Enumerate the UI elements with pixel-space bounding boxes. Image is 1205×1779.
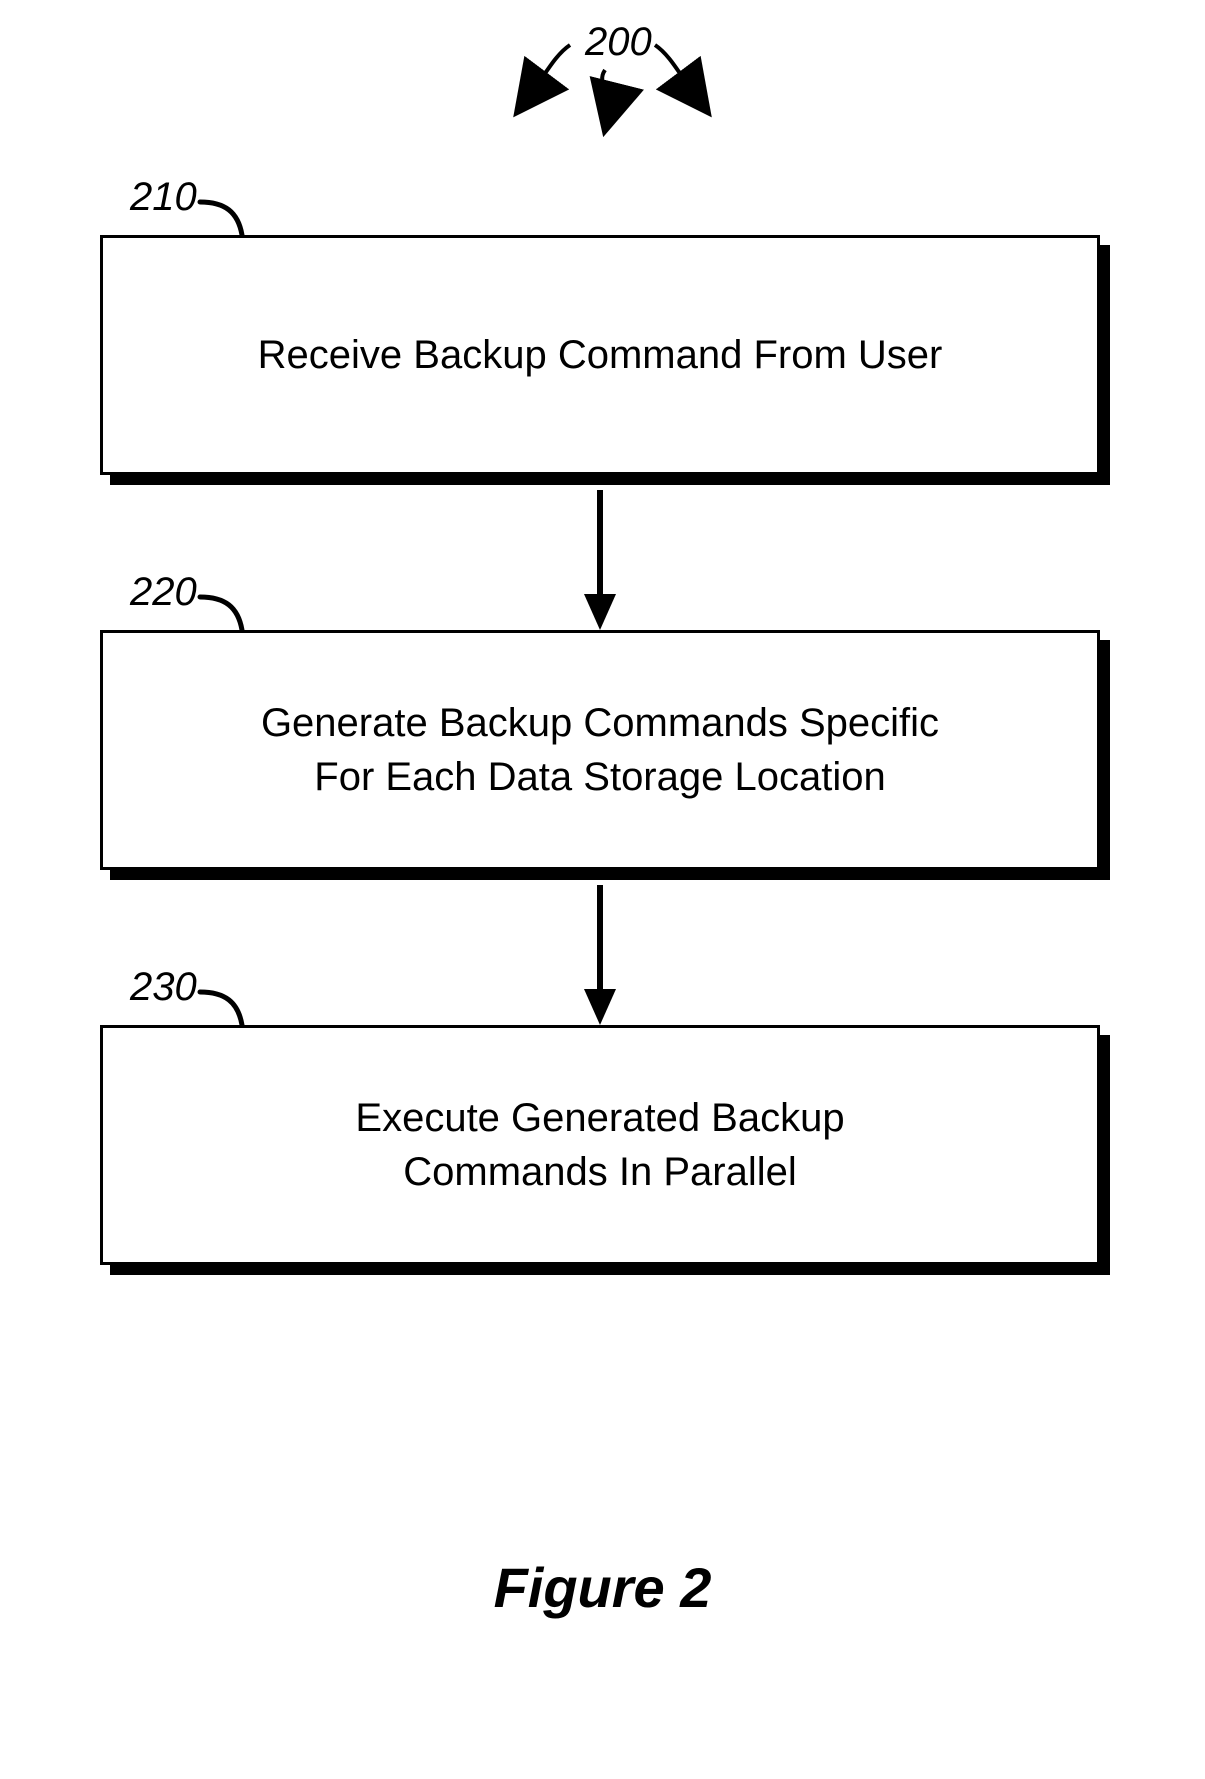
top-arrows <box>500 30 720 120</box>
step-220-text: Generate Backup Commands SpecificFor Eac… <box>261 696 939 804</box>
step-230-box: Execute Generated BackupCommands In Para… <box>100 1025 1100 1265</box>
step-230-leader <box>190 990 260 1030</box>
step-210-label: 210 <box>130 175 197 220</box>
step-230-label: 230 <box>130 965 197 1010</box>
figure-title: Figure 2 <box>0 1555 1205 1620</box>
step-210-leader <box>190 200 260 240</box>
page: 200 210 Receive Backup Command From User… <box>0 0 1205 1779</box>
step-210-box: Receive Backup Command From User <box>100 235 1100 475</box>
step-210-text: Receive Backup Command From User <box>258 328 943 382</box>
step-220-leader <box>190 595 260 635</box>
arrow-220-to-230 <box>580 885 620 1035</box>
step-230-text: Execute Generated BackupCommands In Para… <box>355 1091 844 1199</box>
step-220-box: Generate Backup Commands SpecificFor Eac… <box>100 630 1100 870</box>
arrow-210-to-220 <box>580 490 620 640</box>
step-220-label: 220 <box>130 570 197 615</box>
